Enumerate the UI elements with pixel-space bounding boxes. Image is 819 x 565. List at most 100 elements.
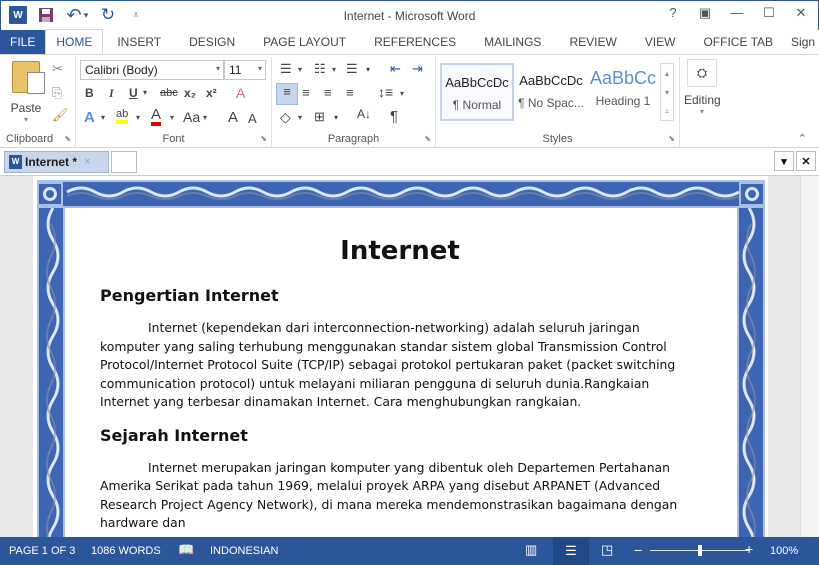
collapse-ribbon-icon[interactable]: ⌃ [798, 132, 807, 145]
tab-insert[interactable]: INSERT [103, 30, 175, 54]
font-color-dropdown-icon[interactable]: ▾ [170, 113, 174, 122]
language[interactable]: INDONESIAN [210, 545, 278, 557]
borders-icon[interactable]: ⊞ [314, 109, 325, 125]
shrink-font-button[interactable]: A [248, 111, 257, 126]
editing-button[interactable]: ⛭ Editing ▾ [684, 57, 721, 116]
bullets-icon[interactable]: ☰ [280, 61, 292, 77]
maximize-icon[interactable]: ☐ [760, 5, 778, 21]
scroll-up-icon[interactable]: ▴ [661, 64, 673, 83]
page-count[interactable]: PAGE 1 OF 3 [9, 545, 75, 557]
document-content[interactable]: Internet Pengertian Internet Internet (k… [100, 236, 700, 533]
word-count[interactable]: 1086 WORDS [91, 545, 161, 557]
copy-icon[interactable]: ⎘ [52, 85, 62, 101]
font-name-select[interactable]: Calibri (Body) ▾ [80, 60, 224, 80]
tab-view[interactable]: VIEW [631, 30, 690, 54]
page-border-left [37, 208, 65, 537]
line-spacing-dropdown-icon[interactable]: ▾ [400, 89, 404, 98]
sign-in-link[interactable]: Sign [787, 30, 819, 54]
align-right-icon[interactable]: ≡ [324, 85, 332, 100]
justify-icon[interactable]: ≡ [346, 85, 354, 100]
new-tab-button[interactable] [111, 151, 137, 173]
highlight-dropdown-icon[interactable]: ▾ [136, 113, 140, 122]
text-effects-dropdown-icon[interactable]: ▾ [101, 113, 105, 122]
more-styles-icon[interactable]: ⩡ [661, 102, 673, 121]
align-center-icon[interactable]: ≡ [302, 85, 310, 100]
zoom-in-icon[interactable]: + [745, 541, 753, 557]
underline-dropdown-icon[interactable]: ▾ [143, 88, 147, 97]
align-left-icon[interactable]: ≡ [276, 83, 298, 105]
print-layout-icon[interactable]: ☰ [553, 537, 589, 565]
font-group: Calibri (Body) ▾ 11 ▾ B I U ▾ abc x₂ x² … [76, 57, 272, 147]
change-case-dropdown-icon[interactable]: ▾ [203, 113, 207, 122]
zoom-slider-thumb[interactable] [698, 545, 702, 556]
text-effects-button[interactable]: A [84, 109, 95, 126]
close-tab-icon[interactable]: × [84, 156, 90, 168]
tab-design[interactable]: DESIGN [175, 30, 249, 54]
styles-dialog-launcher-icon[interactable]: ⬊ [668, 134, 675, 143]
style-normal[interactable]: AaBbCcDc ¶ Normal [440, 63, 514, 121]
font-size-select[interactable]: 11 ▾ [224, 60, 266, 80]
tab-review[interactable]: REVIEW [555, 30, 630, 54]
read-mode-icon[interactable]: ▥ [525, 542, 537, 558]
numbering-icon[interactable]: ☷ [314, 61, 326, 77]
underline-button[interactable]: U [129, 86, 138, 100]
proofing-icon[interactable]: 📖 [178, 542, 194, 558]
superscript-button[interactable]: x² [206, 86, 217, 100]
ribbon-display-options-icon[interactable]: ▣ [696, 5, 714, 21]
clear-formatting-icon[interactable]: A [236, 85, 245, 101]
line-spacing-icon[interactable]: ↕≡ [378, 84, 393, 100]
paste-button[interactable]: Paste ▾ [8, 61, 45, 124]
bold-button[interactable]: B [85, 86, 94, 100]
close-document-icon[interactable]: ✕ [796, 151, 816, 171]
subscript-button[interactable]: x₂ [184, 86, 196, 100]
change-case-button[interactable]: Aa [183, 109, 200, 125]
grow-font-button[interactable]: A [228, 109, 238, 126]
scroll-down-icon[interactable]: ▾ [661, 83, 673, 102]
style-preview: AaBbCcDc [445, 75, 509, 90]
bullets-dropdown-icon[interactable]: ▾ [298, 65, 302, 74]
minimize-icon[interactable]: — [728, 5, 746, 21]
shading-dropdown-icon[interactable]: ▾ [298, 113, 302, 122]
shading-icon[interactable]: ◇ [280, 109, 291, 126]
styles-scrollbar[interactable]: ▴ ▾ ⩡ [660, 63, 674, 121]
tab-office-tab[interactable]: OFFICE TAB [689, 30, 787, 54]
paragraph-dialog-launcher-icon[interactable]: ⬊ [424, 134, 431, 143]
style-preview: AaBbCcDc [519, 73, 583, 88]
sort-icon[interactable]: A↓ [357, 107, 371, 121]
tab-mailings[interactable]: MAILINGS [470, 30, 555, 54]
borders-dropdown-icon[interactable]: ▾ [334, 113, 338, 122]
font-color-button[interactable]: A [151, 107, 162, 126]
style-heading-1[interactable]: AaBbCc Heading 1 [586, 63, 660, 121]
multilevel-list-dropdown-icon[interactable]: ▾ [366, 65, 370, 74]
document-page[interactable]: Internet Pengertian Internet Internet (k… [33, 176, 768, 537]
italic-button[interactable]: I [109, 86, 114, 101]
zoom-level[interactable]: 100% [770, 545, 798, 557]
clipboard-dialog-launcher-icon[interactable]: ⬊ [64, 134, 71, 143]
web-layout-icon[interactable]: ◳ [601, 542, 613, 558]
decrease-indent-icon[interactable]: ⇤ [390, 61, 401, 77]
tab-page-layout[interactable]: PAGE LAYOUT [249, 30, 360, 54]
document-workspace: Internet Pengertian Internet Internet (k… [0, 176, 819, 537]
show-hide-marks-icon[interactable]: ¶ [390, 108, 398, 125]
help-icon[interactable]: ? [664, 5, 682, 21]
increase-indent-icon[interactable]: ⇥ [412, 61, 423, 77]
font-dialog-launcher-icon[interactable]: ⬊ [260, 134, 267, 143]
strikethrough-button[interactable]: abc [160, 87, 178, 99]
paragraph-group-label: Paragraph [327, 133, 380, 145]
tab-list-dropdown-icon[interactable]: ▾ [774, 151, 794, 171]
format-painter-icon[interactable]: 🖌 [52, 107, 69, 123]
tab-file[interactable]: FILE [0, 30, 46, 54]
zoom-out-icon[interactable]: − [634, 542, 642, 558]
cut-icon[interactable]: ✂ [52, 61, 63, 77]
tab-home[interactable]: HOME [45, 29, 104, 54]
paste-dropdown-icon[interactable]: ▾ [8, 115, 44, 124]
zoom-slider[interactable] [650, 545, 750, 556]
style-no-spacing[interactable]: AaBbCcDc ¶ No Spac... [514, 63, 588, 121]
document-tab-internet[interactable]: W Internet * × [4, 151, 109, 173]
multilevel-list-icon[interactable]: ☰ [346, 61, 358, 77]
close-icon[interactable]: ✕ [792, 5, 810, 21]
highlight-button[interactable]: ab [116, 108, 129, 124]
numbering-dropdown-icon[interactable]: ▾ [332, 65, 336, 74]
vertical-scrollbar[interactable] [800, 176, 819, 537]
tab-references[interactable]: REFERENCES [360, 30, 470, 54]
